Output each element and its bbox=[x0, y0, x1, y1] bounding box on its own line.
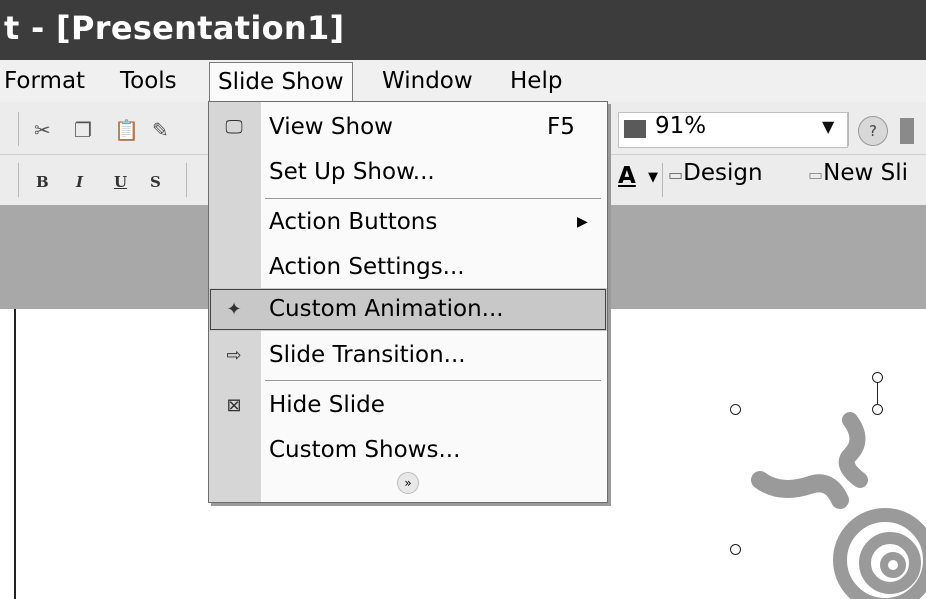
cut-icon[interactable]: ✂ bbox=[34, 118, 51, 142]
menu-item-shortcut: F5 bbox=[547, 114, 575, 140]
menu-item-label: Set Up Show... bbox=[269, 159, 435, 185]
custom-animation-icon: ✦ bbox=[226, 299, 242, 320]
copy-icon[interactable]: ❐ bbox=[74, 118, 92, 142]
toolbar-options-button[interactable] bbox=[900, 118, 914, 144]
menu-tools[interactable]: Tools bbox=[112, 64, 185, 98]
sun-clipart-image[interactable] bbox=[700, 360, 926, 599]
zoom-combo[interactable] bbox=[618, 112, 848, 148]
menu-item-label: Action Buttons bbox=[269, 209, 438, 235]
menu-item-set-up-show[interactable]: Set Up Show... bbox=[209, 151, 607, 194]
menu-slide-show[interactable]: Slide Show bbox=[209, 62, 353, 103]
menu-item-action-settings[interactable]: Action Settings... bbox=[209, 246, 607, 289]
zoom-value[interactable]: 91% bbox=[655, 113, 706, 139]
help-icon[interactable]: ? bbox=[858, 116, 888, 146]
hide-slide-icon: ⊠ bbox=[226, 395, 242, 416]
menu-item-slide-transition[interactable]: ⇨ Slide Transition... bbox=[209, 334, 607, 377]
menu-item-label: Action Settings... bbox=[269, 254, 465, 280]
design-icon: ▭ bbox=[668, 165, 684, 184]
design-button[interactable]: ▭Design bbox=[668, 160, 763, 186]
menu-item-label: Hide Slide bbox=[269, 392, 385, 418]
menu-item-action-buttons[interactable]: Action Buttons ▶ bbox=[209, 201, 607, 244]
format-painter-icon[interactable]: ✎ bbox=[152, 118, 169, 142]
menu-window[interactable]: Window bbox=[374, 64, 481, 98]
toolbar-separator bbox=[186, 163, 187, 197]
toolbar-separator bbox=[848, 112, 849, 146]
window-title: t - [Presentation1] bbox=[4, 9, 345, 47]
menu-separator bbox=[265, 198, 601, 199]
slide-transition-icon: ⇨ bbox=[226, 345, 242, 366]
underline-button[interactable]: U bbox=[114, 173, 127, 191]
submenu-arrow-icon: ▶ bbox=[577, 214, 588, 230]
menu-item-custom-animation[interactable]: ✦ Custom Animation... bbox=[209, 288, 607, 331]
projector-icon: 🖵 bbox=[225, 117, 243, 138]
powerpoint-window: t - [Presentation1] Format Tools Slide S… bbox=[0, 0, 926, 599]
menu-format[interactable]: Format bbox=[0, 64, 93, 98]
font-color-button[interactable]: A bbox=[618, 163, 636, 189]
menu-item-view-show[interactable]: 🖵 View Show F5 bbox=[209, 106, 607, 149]
menu-item-custom-shows[interactable]: Custom Shows... bbox=[209, 429, 607, 472]
menu-help[interactable]: Help bbox=[502, 64, 570, 98]
menu-separator bbox=[265, 380, 601, 381]
slide-show-menu: 🖵 View Show F5 Set Up Show... Action But… bbox=[208, 101, 608, 503]
expand-menu-chevron-icon[interactable]: » bbox=[397, 472, 419, 494]
design-label: Design bbox=[683, 160, 763, 186]
paste-icon[interactable]: 📋 bbox=[114, 118, 139, 142]
new-slide-label: New Sli bbox=[823, 160, 908, 186]
toolbar-separator bbox=[18, 163, 19, 197]
chevron-down-icon[interactable]: ▼ bbox=[822, 117, 834, 136]
menu-item-label: Slide Transition... bbox=[269, 342, 466, 368]
zoom-icon bbox=[624, 120, 646, 138]
bold-button[interactable]: B bbox=[36, 173, 49, 191]
menu-item-label: Custom Shows... bbox=[269, 437, 461, 463]
menu-item-hide-slide[interactable]: ⊠ Hide Slide bbox=[209, 384, 607, 427]
new-slide-icon: ▭ bbox=[808, 165, 824, 184]
shadow-button[interactable]: S bbox=[150, 173, 161, 191]
new-slide-button[interactable]: ▭New Sli bbox=[808, 160, 908, 186]
menu-item-label: Custom Animation... bbox=[269, 296, 504, 322]
chevron-down-icon[interactable]: ▼ bbox=[648, 170, 658, 185]
toolbar-separator bbox=[662, 163, 663, 197]
italic-button[interactable]: I bbox=[76, 173, 83, 191]
menu-item-label: View Show bbox=[269, 114, 393, 140]
toolbar-separator bbox=[18, 112, 19, 146]
title-bar: t - [Presentation1] bbox=[0, 0, 926, 60]
